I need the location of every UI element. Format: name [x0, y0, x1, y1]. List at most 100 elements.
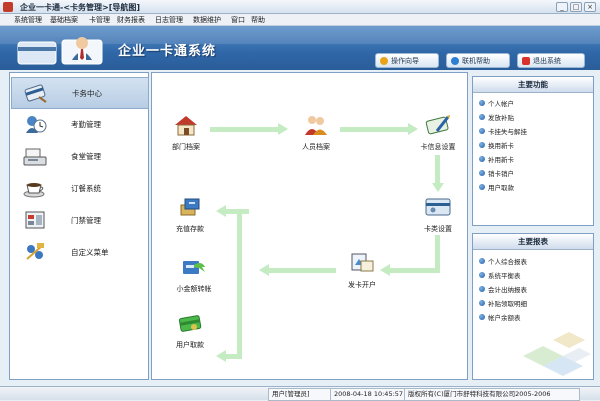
- bullet-icon: [479, 314, 485, 320]
- function-link[interactable]: 用户取款: [479, 182, 514, 192]
- window-title: 企业一卡通-<卡务管理>[导航图]: [20, 3, 141, 12]
- arrow-head-icon: [216, 350, 226, 362]
- node-label: 人员档案: [302, 143, 330, 151]
- flow-arrow: [210, 127, 280, 132]
- sidebar-item-label: 订餐系统: [71, 184, 101, 193]
- sidebar-item-label: 考勤管理: [71, 120, 101, 129]
- node-label: 小金额转帐: [176, 285, 212, 293]
- clock-icon: [26, 116, 47, 133]
- flow-arrow: [388, 268, 440, 273]
- menu-archive[interactable]: 基础档案: [50, 15, 78, 25]
- node-staff-archive[interactable]: 人员档案: [286, 113, 346, 152]
- node-card-type-setup[interactable]: 卡类设置: [408, 195, 468, 234]
- function-link[interactable]: 换用新卡: [479, 140, 514, 150]
- exit-button[interactable]: 退出系统: [517, 53, 585, 68]
- report-link[interactable]: 补贴领取明细: [479, 298, 527, 308]
- app-icon: [3, 2, 13, 12]
- node-dept-archive[interactable]: 部门档案: [156, 113, 216, 152]
- bullet-icon: [479, 128, 485, 134]
- node-card-info-setup[interactable]: 卡信息设置: [408, 113, 468, 152]
- sidebar-item-canteen[interactable]: 食堂管理: [11, 141, 147, 171]
- function-link[interactable]: 个人帐户: [479, 98, 514, 108]
- menu-system[interactable]: 系统管理: [14, 15, 42, 25]
- door-access-icon: [25, 211, 45, 229]
- pos-terminal-icon: [23, 148, 47, 166]
- wizard-button-label: 操作向导: [391, 56, 419, 65]
- exit-button-label: 退出系统: [533, 56, 561, 65]
- sidebar-item-door-access[interactable]: 门禁管理: [11, 205, 147, 235]
- report-link[interactable]: 系统平衡表: [479, 270, 521, 280]
- people-icon: [305, 116, 327, 135]
- bullet-icon: [479, 184, 485, 190]
- sidebar-item-attendance[interactable]: 考勤管理: [11, 109, 147, 139]
- function-link-label: 个人帐户: [488, 100, 514, 108]
- menu-log[interactable]: 日志管理: [155, 15, 183, 25]
- node-label: 充值存款: [176, 225, 204, 233]
- main-functions-panel: 主要功能 个人帐户 发放补贴 卡挂失与解挂 换用新卡 补用新卡 销卡销户 用户取…: [472, 76, 594, 226]
- panel-title: 主要功能: [473, 77, 593, 93]
- sidebar-item-label: 卡务中心: [72, 89, 102, 98]
- sidebar-item-custom-menu[interactable]: 自定义菜单: [11, 237, 147, 267]
- report-link-label: 会计出纳报表: [488, 286, 527, 294]
- node-small-transfer[interactable]: 小金额转帐: [164, 255, 224, 294]
- bullet-icon: [479, 114, 485, 120]
- card-user-logo-icon: [17, 37, 103, 65]
- minimize-button[interactable]: _: [556, 2, 568, 12]
- card-edit-icon: [425, 115, 450, 135]
- menu-window[interactable]: 窗口: [231, 15, 245, 25]
- withdraw-icon: [178, 315, 202, 332]
- help-button[interactable]: 联机帮助: [446, 53, 510, 68]
- deposit-icon: [180, 198, 200, 216]
- flow-arrow: [237, 209, 249, 214]
- flow-arrow: [237, 209, 242, 359]
- menu-bar: 系统管理 基础档案 卡管理 财务报表 日志管理 数据维护 窗口 帮助: [0, 14, 600, 26]
- help-button-label: 联机帮助: [462, 56, 490, 65]
- report-link[interactable]: 会计出纳报表: [479, 284, 527, 294]
- menu-card[interactable]: 卡管理: [89, 15, 110, 25]
- function-link-label: 发放补贴: [488, 114, 514, 122]
- wizard-button[interactable]: 操作向导: [375, 53, 439, 68]
- bullet-icon: [479, 300, 485, 306]
- node-label: 部门档案: [172, 143, 200, 151]
- flow-arrow: [340, 127, 410, 132]
- star-icon: [380, 56, 388, 65]
- house-icon: [175, 116, 197, 136]
- node-issue-card[interactable]: 发卡开户: [332, 251, 392, 290]
- custom-menu-icon: [26, 243, 44, 260]
- function-link[interactable]: 发放补贴: [479, 112, 514, 122]
- bullet-icon: [479, 272, 485, 278]
- arrow-head-icon: [432, 183, 444, 192]
- menu-help[interactable]: 帮助: [251, 15, 265, 25]
- sidebar-item-label: 自定义菜单: [71, 248, 109, 257]
- node-label: 卡类设置: [424, 225, 452, 233]
- status-user: 用户[管理员]: [268, 388, 338, 401]
- coffee-icon: [23, 183, 45, 198]
- close-window-button[interactable]: ×: [584, 2, 596, 12]
- node-label: 卡信息设置: [420, 143, 456, 151]
- menu-finance[interactable]: 财务报表: [117, 15, 145, 25]
- status-bar: 用户[管理员] 2008-04-18 10:45:57 版权所有(C)厦门市舒特…: [0, 386, 600, 401]
- bullet-icon: [479, 142, 485, 148]
- card-icon: [24, 84, 47, 103]
- report-link[interactable]: 帐户余额表: [479, 312, 521, 322]
- function-link[interactable]: 卡挂失与解挂: [479, 126, 527, 136]
- report-link[interactable]: 个人综合报表: [479, 256, 527, 266]
- report-link-label: 系统平衡表: [488, 272, 521, 280]
- maximize-button[interactable]: □: [570, 2, 582, 12]
- panel-title: 主要报表: [473, 234, 593, 250]
- report-link-label: 帐户余额表: [488, 314, 521, 322]
- sidebar-item-card-center[interactable]: 卡务中心: [11, 77, 149, 109]
- function-link[interactable]: 销卡销户: [479, 168, 514, 178]
- sidebar-item-ordering[interactable]: 订餐系统: [11, 173, 147, 203]
- status-datetime: 2008-04-18 10:45:57: [330, 388, 412, 401]
- node-label: 发卡开户: [348, 281, 376, 289]
- decorative-cubes-icon: [523, 332, 591, 376]
- function-link-label: 卡挂失与解挂: [488, 128, 527, 136]
- menu-data[interactable]: 数据维护: [193, 15, 221, 25]
- node-deposit[interactable]: 充值存款: [160, 195, 220, 234]
- sidebar-item-label: 食堂管理: [71, 152, 101, 161]
- node-user-withdraw[interactable]: 用户取款: [160, 311, 220, 350]
- bullet-icon: [479, 156, 485, 162]
- function-link[interactable]: 补用新卡: [479, 154, 514, 164]
- issue-card-icon: [351, 253, 374, 272]
